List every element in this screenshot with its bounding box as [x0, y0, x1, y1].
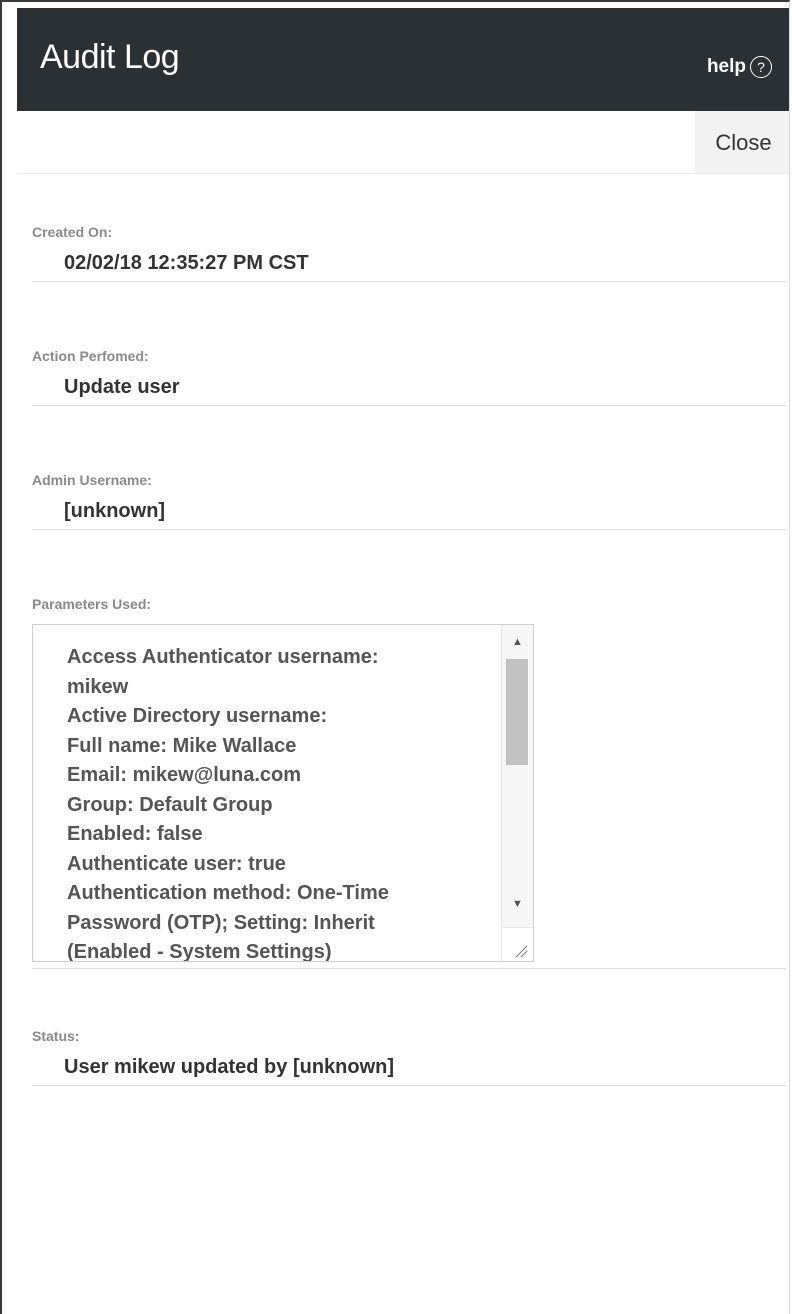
- help-link[interactable]: help ?: [707, 56, 772, 78]
- divider: [32, 405, 786, 406]
- parameter-line: Authentication method: One-Time: [67, 882, 389, 904]
- created-on-label: Created On:: [32, 224, 113, 240]
- scroll-up-arrow-icon[interactable]: ▲: [502, 631, 533, 653]
- created-on-field: Created On: 02/02/18 12:35:27 PM CST: [32, 224, 786, 282]
- created-on-value: 02/02/18 12:35:27 PM CST: [64, 252, 309, 274]
- parameters-used-field: Parameters Used: Access Authenticator us…: [32, 596, 786, 969]
- parameters-text: Access Authenticator username: mikew Activ…: [67, 643, 497, 962]
- parameters-used-label: Parameters Used:: [32, 596, 152, 612]
- status-value: User mikew updated by [unknown]: [64, 1056, 395, 1078]
- divider: [32, 1085, 786, 1086]
- parameter-line: Full name: Mike Wallace: [67, 734, 297, 757]
- status-field: Status: User mikew updated by [unknown]: [32, 1028, 786, 1086]
- parameter-line: Access Authenticator username:: [67, 646, 379, 668]
- parameters-scrollbar[interactable]: ▲ ▼: [501, 625, 533, 961]
- admin-username-label: Admin Username:: [32, 472, 152, 488]
- divider: [32, 968, 786, 969]
- parameter-line: Email: mikew@luna.com: [67, 764, 302, 786]
- parameter-line: Active Directory username:: [67, 705, 328, 727]
- parameter-line: Group: Default Group: [67, 793, 273, 816]
- question-circle-icon: ?: [750, 56, 772, 78]
- close-button[interactable]: Close: [695, 111, 789, 173]
- dialog-header: Audit Log help ?: [17, 8, 789, 111]
- parameter-line: Enabled: false: [67, 823, 203, 845]
- action-performed-label: Action Perfomed:: [32, 348, 149, 364]
- page-title: Audit Log: [40, 38, 180, 76]
- admin-username-field: Admin Username: [unknown]: [32, 472, 786, 530]
- status-label: Status:: [32, 1028, 80, 1044]
- parameter-line: (Enabled - System Settings): [67, 941, 332, 962]
- divider: [32, 281, 786, 282]
- resize-grip-icon[interactable]: [502, 927, 533, 961]
- parameter-line: mikew: [67, 675, 129, 698]
- help-label: help: [706, 56, 746, 77]
- admin-username-value: [unknown]: [64, 500, 166, 522]
- parameter-line: Password (OTP); Setting: Inherit: [67, 911, 375, 934]
- dialog-toolbar: Close: [17, 111, 789, 174]
- scroll-down-arrow-icon[interactable]: ▼: [502, 893, 533, 915]
- scroll-thumb[interactable]: [506, 659, 528, 765]
- parameter-line: Authenticate user: true: [67, 852, 286, 875]
- action-performed-value: Update user: [64, 376, 180, 398]
- divider: [32, 529, 786, 530]
- parameters-textarea[interactable]: Access Authenticator username: mikew Activ…: [32, 624, 534, 962]
- action-performed-field: Action Perfomed: Update user: [32, 348, 786, 406]
- audit-log-dialog: Audit Log help ? Close Created On: 02/02…: [0, 0, 790, 1314]
